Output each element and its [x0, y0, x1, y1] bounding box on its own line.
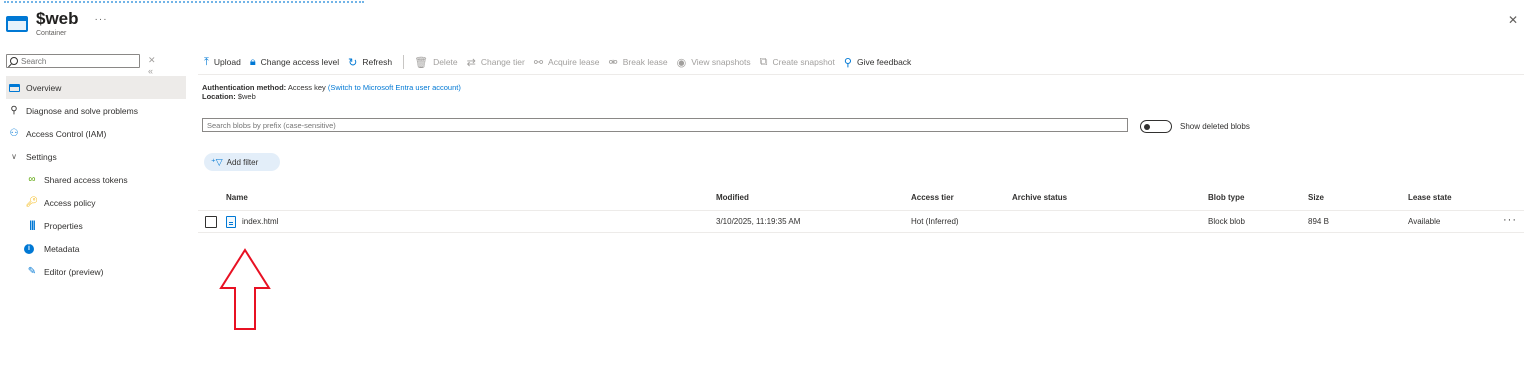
toolbar-divider-line	[198, 74, 1524, 75]
refresh-button[interactable]: ↻ Refresh	[348, 56, 392, 69]
page-header: $web Container ···	[6, 10, 108, 44]
eye-icon: ◉	[676, 56, 687, 69]
create-snapshot-button[interactable]: ⧉ Create snapshot	[760, 56, 835, 69]
filter-icon: ⁺▽	[211, 156, 223, 167]
column-header-access-tier[interactable]: Access tier	[911, 193, 954, 202]
cell-access-tier: Hot (Inferred)	[911, 217, 959, 226]
sidebar-item-label: Properties	[44, 220, 83, 231]
column-header-size[interactable]: Size	[1308, 193, 1324, 202]
overview-icon	[8, 83, 20, 92]
column-header-modified[interactable]: Modified	[716, 193, 749, 202]
sidebar-item-label: Access policy	[44, 197, 96, 208]
table-header-divider	[198, 210, 1524, 211]
link-icon: ⚯	[533, 56, 544, 69]
auth-method: Authentication method: Access key (Switc…	[202, 83, 461, 92]
sidebar-item-properties[interactable]: ||| Properties	[6, 214, 184, 237]
row-checkbox[interactable]	[205, 216, 217, 228]
delete-button[interactable]: 🗑︎ Delete	[414, 56, 458, 69]
blob-search-input[interactable]	[202, 118, 1128, 132]
sidebar: ✕ « Overview ⚲ Diagnose and solve proble…	[6, 54, 186, 283]
give-feedback-button[interactable]: ⚲ Give feedback	[844, 56, 911, 69]
sidebar-item-diagnose[interactable]: ⚲ Diagnose and solve problems	[6, 99, 184, 122]
sidebar-item-label: Metadata	[44, 243, 80, 254]
sidebar-item-label: Editor (preview)	[44, 266, 104, 277]
break-lease-button[interactable]: ⚮ Break lease	[609, 56, 668, 69]
trash-icon: 🗑︎	[414, 56, 429, 69]
sidebar-item-label: Access Control (IAM)	[26, 128, 107, 139]
sidebar-search[interactable]	[6, 54, 140, 68]
key-icon: 🔑︎	[25, 197, 39, 208]
wrench-icon: ⚲	[10, 105, 18, 116]
table-row-divider	[198, 232, 1524, 233]
change-tier-button[interactable]: ⇄ Change tier	[467, 56, 525, 69]
change-access-level-button[interactable]: 🔒︎ Change access level	[250, 56, 339, 69]
view-snapshots-button[interactable]: ◉ View snapshots	[677, 56, 751, 69]
file-icon	[226, 216, 236, 228]
sidebar-item-label: Diagnose and solve problems	[26, 105, 138, 116]
close-button[interactable]: ✕	[1508, 13, 1518, 27]
column-header-blob-type[interactable]: Blob type	[1208, 193, 1244, 202]
swap-icon: ⇄	[466, 56, 476, 69]
info-icon: i	[24, 243, 34, 254]
toolbar-divider	[403, 55, 405, 69]
sidebar-item-label: Shared access tokens	[44, 174, 128, 185]
cell-blob-type: Block blob	[1208, 217, 1245, 226]
sidebar-item-metadata[interactable]: i Metadata	[6, 237, 184, 260]
sidebar-item-label: Overview	[26, 82, 62, 93]
people-icon: ⚇	[9, 128, 19, 139]
snapshot-icon: ⧉	[759, 55, 768, 68]
toggle-knob	[1144, 123, 1150, 130]
feedback-icon: ⚲	[843, 56, 852, 69]
command-bar: ⤒ Upload 🔒︎ Change access level ↻ Refres…	[204, 52, 920, 72]
properties-icon: |||	[29, 220, 35, 231]
sidebar-item-access-policy[interactable]: 🔑︎ Access policy	[6, 191, 184, 214]
column-header-archive-status[interactable]: Archive status	[1012, 193, 1067, 202]
lock-icon: 🔒︎	[249, 55, 256, 68]
column-header-lease-state[interactable]: Lease state	[1408, 193, 1452, 202]
column-header-name[interactable]: Name	[226, 193, 248, 202]
cell-modified: 3/10/2025, 11:19:35 AM	[716, 217, 801, 226]
upload-icon: ⤒	[204, 55, 209, 68]
link-icon: ∞	[28, 174, 36, 185]
chevron-down-icon: ∨	[11, 152, 17, 161]
show-deleted-label: Show deleted blobs	[1180, 122, 1250, 131]
cell-lease-state: Available	[1408, 217, 1441, 226]
sidebar-item-settings[interactable]: ∨ Settings	[6, 145, 184, 168]
breadcrumb[interactable]	[4, 0, 364, 3]
show-deleted-toggle[interactable]	[1140, 120, 1172, 133]
add-filter-button[interactable]: ⁺▽ Add filter	[204, 153, 280, 171]
sidebar-item-editor[interactable]: ✎ Editor (preview)	[6, 260, 184, 283]
sidebar-nav: Overview ⚲ Diagnose and solve problems ⚇…	[6, 76, 186, 283]
sidebar-item-iam[interactable]: ⚇ Access Control (IAM)	[6, 122, 184, 145]
sidebar-item-shared-access-tokens[interactable]: ∞ Shared access tokens	[6, 168, 184, 191]
more-actions-button[interactable]: ···	[95, 14, 108, 25]
container-icon	[6, 16, 28, 32]
page-subtitle: Container	[36, 30, 67, 37]
sidebar-item-overview[interactable]: Overview	[6, 76, 186, 99]
blob-name-link[interactable]: index.html	[242, 217, 278, 226]
search-icon	[10, 57, 18, 65]
location: Location: $web	[202, 92, 256, 101]
sidebar-item-label: Settings	[26, 151, 57, 162]
pencil-icon: ✎	[27, 266, 37, 277]
acquire-lease-button[interactable]: ⚯ Acquire lease	[534, 56, 600, 69]
refresh-icon: ↻	[348, 56, 358, 69]
cell-size: 894 B	[1308, 217, 1329, 226]
sidebar-search-input[interactable]	[21, 56, 131, 66]
upload-button[interactable]: ⤒ Upload	[204, 56, 241, 69]
row-more-button[interactable]: ···	[1503, 214, 1517, 226]
switch-auth-link[interactable]: (Switch to Microsoft Entra user account)	[328, 83, 461, 92]
collapse-sidebar-button[interactable]: «	[148, 66, 153, 76]
annotation-arrow	[219, 248, 271, 330]
page-title: $web	[36, 9, 79, 28]
broken-link-icon: ⚮	[608, 56, 618, 69]
clear-search-button[interactable]: ✕	[148, 55, 156, 65]
